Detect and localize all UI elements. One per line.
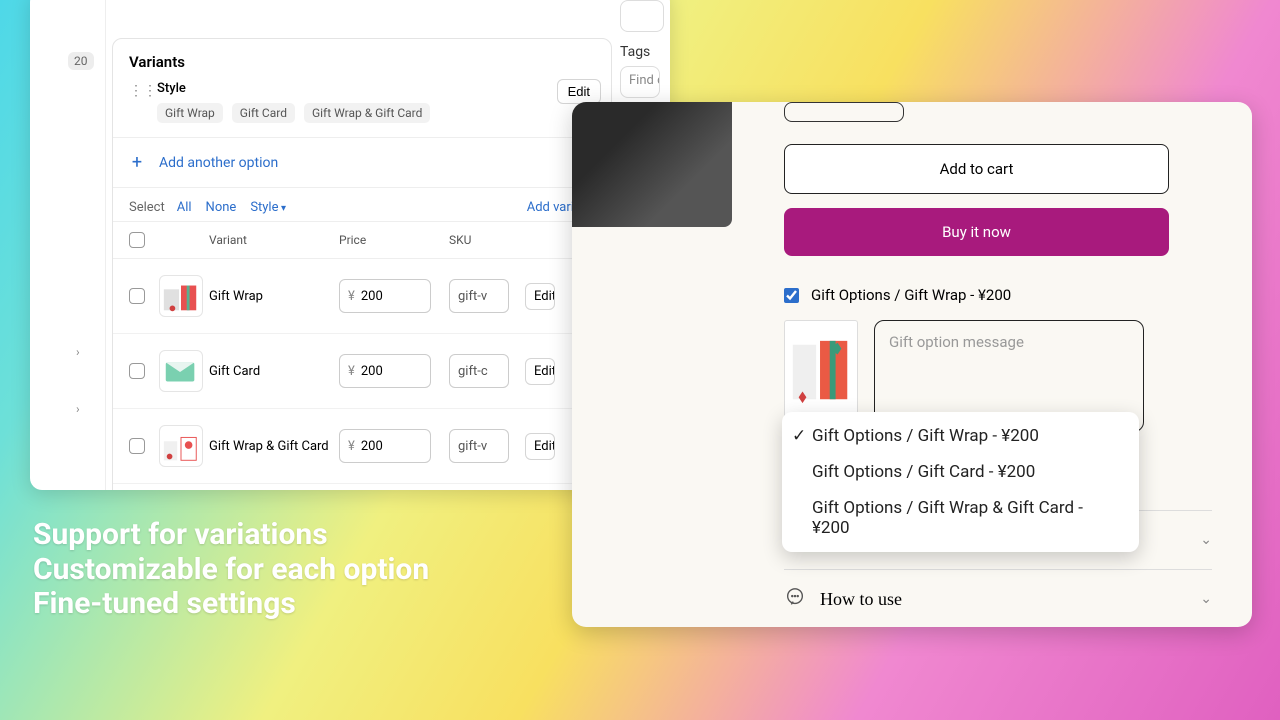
dropdown-option[interactable]: Gift Options / Gift Wrap - ¥200	[782, 418, 1139, 454]
price-input[interactable]: ¥200	[339, 429, 431, 463]
add-option-label: Add another option	[159, 155, 278, 171]
table-row: Gift Wrap & Gift Card ¥200 gift-v Edit	[113, 409, 611, 484]
chevron-right-icon[interactable]: ›	[76, 345, 80, 359]
select-style-dropdown[interactable]: Style	[250, 200, 286, 215]
select-all-checkbox[interactable]	[129, 232, 145, 248]
gift-option-dropdown[interactable]: Gift Options / Gift Wrap - ¥200 Gift Opt…	[782, 412, 1139, 552]
accordion-how-to-use[interactable]: How to use ⌄	[784, 569, 1212, 627]
tags-search-input[interactable]: Find c	[620, 66, 660, 98]
row-checkbox[interactable]	[129, 438, 145, 454]
sidebar-badge: 20	[68, 52, 94, 70]
add-option-button[interactable]: + Add another option	[113, 138, 611, 187]
col-price: Price	[339, 233, 449, 247]
feature-line: Customizable for each option	[33, 553, 429, 588]
select-row: Select All None Style Add varia	[113, 188, 611, 221]
chevron-down-icon: ⌄	[1200, 591, 1212, 607]
select-label: Select	[129, 200, 165, 215]
option-chips: Gift Wrap Gift Card Gift Wrap & Gift Car…	[157, 102, 595, 123]
dropdown-option[interactable]: Gift Options / Gift Wrap & Gift Card - ¥…	[782, 490, 1139, 546]
variant-thumbnail[interactable]	[159, 275, 203, 317]
table-row: Gift Card ¥200 gift-c Edit	[113, 334, 611, 409]
edit-option-button[interactable]: Edit	[557, 79, 601, 104]
chevron-down-icon: ⌄	[1200, 532, 1212, 548]
edit-variant-button[interactable]: Edit	[525, 283, 555, 310]
chevron-right-icon[interactable]: ›	[76, 402, 80, 416]
tags-panel: Tags Find c	[620, 0, 664, 98]
col-variant: Variant	[209, 233, 339, 247]
chip: Gift Wrap	[157, 103, 223, 123]
price-input[interactable]: ¥200	[339, 279, 431, 313]
row-checkbox[interactable]	[129, 288, 145, 304]
buy-now-button[interactable]: Buy it now	[784, 208, 1169, 256]
option-name: Style	[157, 81, 595, 96]
sku-input[interactable]: gift-v	[449, 429, 509, 463]
accordion-title: How to use	[820, 589, 1200, 610]
gift-option-checkbox-row[interactable]: Gift Options / Gift Wrap - ¥200	[784, 286, 1212, 304]
select-none[interactable]: None	[206, 200, 237, 215]
col-sku: SKU	[449, 233, 519, 247]
gift-option-checkbox[interactable]	[784, 288, 799, 303]
tags-label: Tags	[620, 44, 664, 60]
variant-name: Gift Wrap	[209, 289, 339, 304]
feature-line: Support for variations	[33, 518, 429, 553]
tags-box	[620, 0, 664, 32]
product-image	[572, 102, 732, 227]
feature-line: Fine-tuned settings	[33, 587, 429, 622]
variant-name: Gift Wrap & Gift Card	[209, 439, 339, 454]
gift-option-label: Gift Options / Gift Wrap - ¥200	[811, 286, 1011, 304]
option-style-row: ⋮⋮ Style Gift Wrap Gift Card Gift Wrap &…	[113, 77, 611, 137]
drag-handle-icon[interactable]: ⋮⋮	[129, 81, 145, 99]
edit-variant-button[interactable]: Edit	[525, 358, 555, 385]
gift-option-thumbnail	[784, 320, 858, 424]
chip: Gift Wrap & Gift Card	[304, 103, 430, 123]
plus-icon: +	[129, 152, 145, 173]
dropdown-option[interactable]: Gift Options / Gift Card - ¥200	[782, 454, 1139, 490]
sku-input[interactable]: gift-v	[449, 279, 509, 313]
variant-name: Gift Card	[209, 364, 339, 379]
sku-input[interactable]: gift-c	[449, 354, 509, 388]
feature-headlines: Support for variations Customizable for …	[33, 518, 429, 622]
edit-variant-button[interactable]: Edit	[525, 433, 555, 460]
admin-sidebar: 20 › ›	[30, 0, 106, 490]
price-input[interactable]: ¥200	[339, 354, 431, 388]
table-row: Gift Wrap ¥200 gift-v Edit	[113, 259, 611, 334]
storefront-panel: Add to cart Buy it now Gift Options / Gi…	[572, 102, 1252, 627]
quantity-stepper[interactable]	[784, 102, 904, 122]
chip: Gift Card	[232, 103, 295, 123]
variant-thumbnail[interactable]	[159, 350, 203, 392]
variants-heading: Variants	[113, 39, 611, 77]
variants-card: Variants ⋮⋮ Style Gift Wrap Gift Card Gi…	[112, 38, 612, 490]
row-checkbox[interactable]	[129, 363, 145, 379]
chat-icon	[784, 586, 808, 612]
add-to-cart-button[interactable]: Add to cart	[784, 144, 1169, 194]
variant-thumbnail[interactable]	[159, 425, 203, 467]
select-all[interactable]: All	[177, 200, 192, 215]
table-header: Variant Price SKU	[113, 221, 611, 259]
